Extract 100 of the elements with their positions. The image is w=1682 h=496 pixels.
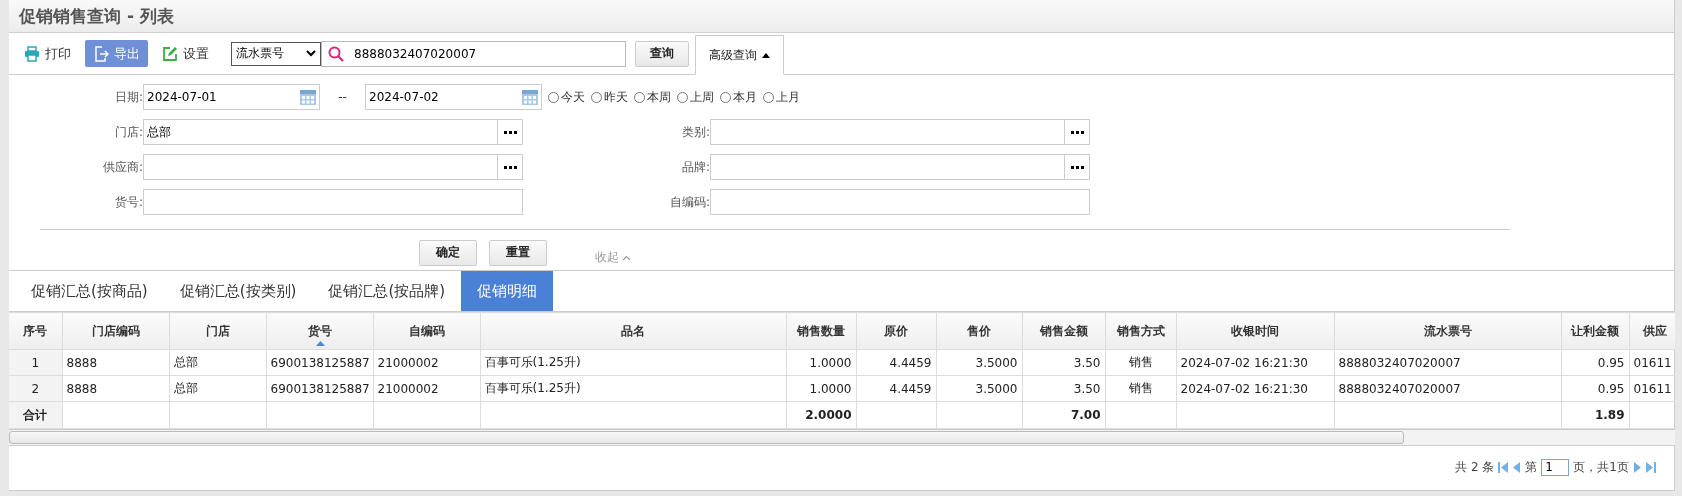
last-page-icon[interactable] — [1645, 462, 1656, 473]
input-field[interactable] — [710, 119, 1090, 145]
page-label: 第 — [1525, 459, 1538, 476]
table-cell: 销售 — [1105, 349, 1176, 376]
input-field[interactable] — [710, 189, 1090, 215]
date-range-radio[interactable]: 今天 — [548, 88, 585, 106]
date-range-radio[interactable]: 上月 — [763, 88, 800, 106]
table-cell: 8888032407020007 — [1334, 349, 1561, 376]
column-header[interactable]: 销售数量 — [786, 312, 856, 350]
table-cell: 3.50 — [1022, 375, 1105, 402]
column-header[interactable]: 原价 — [856, 312, 936, 350]
table-cell: 0.95 — [1561, 375, 1629, 402]
table-cell: 8888032407020007 — [1334, 375, 1561, 402]
column-header[interactable]: 品名 — [480, 312, 786, 350]
field-label: 类别: — [680, 123, 710, 141]
field-label: 供应商: — [101, 158, 143, 176]
edit-icon — [162, 45, 178, 62]
table-cell: 4.4459 — [856, 349, 936, 376]
date-range-radio[interactable]: 上周 — [677, 88, 714, 106]
date-field[interactable]: 2024-07-02 — [365, 84, 542, 110]
table-cell: 2 — [9, 375, 62, 402]
confirm-button[interactable]: 确定 — [419, 239, 477, 266]
table-cell: 1.0000 — [786, 349, 856, 376]
caret-up-icon — [762, 52, 770, 58]
reset-button[interactable]: 重置 — [489, 239, 547, 266]
first-page-icon[interactable] — [1498, 462, 1510, 473]
table-cell: 21000002 — [373, 349, 480, 376]
input-field[interactable] — [143, 189, 523, 215]
tab[interactable]: 促销汇总(按类别) — [163, 271, 313, 311]
column-header[interactable]: 收银时间 — [1176, 312, 1334, 350]
date-range-radio[interactable]: 昨天 — [591, 88, 628, 106]
column-header[interactable]: 门店编码 — [62, 312, 169, 350]
table-cell: 百事可乐(1.25升) — [480, 349, 786, 376]
column-header[interactable]: 售价 — [936, 312, 1022, 350]
column-header[interactable]: 流水票号 — [1334, 312, 1561, 350]
search-type-select[interactable]: 流水票号 — [231, 41, 321, 66]
input-field[interactable] — [143, 154, 523, 180]
column-header[interactable]: 供应 — [1629, 312, 1675, 350]
search-icon — [328, 45, 344, 62]
table-cell: 销售 — [1105, 375, 1176, 402]
next-page-icon[interactable] — [1633, 462, 1641, 473]
column-header[interactable]: 序号 — [9, 312, 62, 350]
date-range-radio[interactable]: 本周 — [634, 88, 671, 106]
record-count: 共 2 条 — [1455, 459, 1495, 476]
column-header[interactable]: 门店 — [169, 312, 266, 350]
settings-button[interactable]: 设置 — [154, 40, 217, 67]
table-cell: 百事可乐(1.25升) — [480, 375, 786, 402]
chevron-down-icon — [306, 50, 316, 57]
calendar-icon — [521, 88, 539, 106]
table-cell: 1 — [9, 349, 62, 376]
page-title: 促销销售查询 - 列表 — [19, 4, 174, 28]
table-cell: 总部 — [169, 375, 266, 402]
table-cell: 21000002 — [373, 375, 480, 402]
tab[interactable]: 促销明细 — [461, 271, 554, 311]
field-label: 货号: — [113, 193, 143, 211]
tab[interactable]: 促销汇总(按商品) — [15, 271, 164, 311]
table-cell: 8888 — [62, 375, 169, 402]
total-cell: 2.0000 — [805, 408, 852, 422]
date-range-radio[interactable]: 本月 — [720, 88, 757, 106]
table-cell: 2024-07-02 16:21:30 — [1176, 349, 1334, 376]
table-cell: 8888 — [62, 349, 169, 376]
total-cell: 7.00 — [1070, 408, 1101, 422]
field-label: 日期: — [113, 88, 143, 106]
table-cell: 1.0000 — [786, 375, 856, 402]
column-header[interactable]: 自编码 — [373, 312, 480, 350]
table-cell: 3.50 — [1022, 349, 1105, 376]
column-header[interactable]: 销售金额 — [1022, 312, 1105, 350]
page-label: 页，共1页 — [1573, 459, 1629, 476]
table-cell: 6900138125887 — [266, 349, 373, 376]
query-button[interactable]: 查询 — [635, 40, 689, 67]
calendar-icon — [299, 88, 317, 106]
printer-icon — [24, 45, 40, 62]
input-field[interactable]: 总部 — [143, 119, 523, 145]
column-header[interactable]: 销售方式 — [1105, 312, 1176, 350]
column-header[interactable]: 让利金额 — [1561, 312, 1629, 350]
table-cell: 4.4459 — [856, 375, 936, 402]
date-field[interactable]: 2024-07-01 — [143, 84, 320, 110]
page-input[interactable]: 1 — [1541, 459, 1570, 476]
field-label: 门店: — [113, 123, 143, 141]
previous-page-icon[interactable] — [1513, 462, 1522, 473]
table-cell: 2024-07-02 16:21:30 — [1176, 375, 1334, 402]
table-cell: 6900138125887 — [266, 375, 373, 402]
scrollbar-thumb[interactable] — [9, 431, 1404, 444]
field-label: 品牌: — [680, 158, 710, 176]
chevron-up-icon — [622, 254, 631, 261]
table-cell: 总部 — [169, 349, 266, 376]
tab[interactable]: 促销汇总(按品牌) — [312, 271, 462, 311]
table-cell: 3.5000 — [936, 375, 1022, 402]
table-cell: 0.95 — [1561, 349, 1629, 376]
search-field[interactable]: 8888032407020007 — [321, 40, 626, 67]
column-header[interactable]: 货号 — [266, 312, 373, 350]
table-cell: 3.5000 — [936, 349, 1022, 376]
advanced-query-tab[interactable]: 高级查询 — [695, 35, 784, 75]
export-icon — [93, 45, 109, 62]
date-separator: -- — [337, 90, 348, 104]
total-cell: 合计 — [23, 407, 48, 422]
total-cell: 1.89 — [1594, 408, 1625, 422]
input-field[interactable] — [710, 154, 1090, 180]
field-label: 自编码: — [668, 193, 710, 211]
print-button[interactable]: 打印 — [16, 40, 79, 67]
